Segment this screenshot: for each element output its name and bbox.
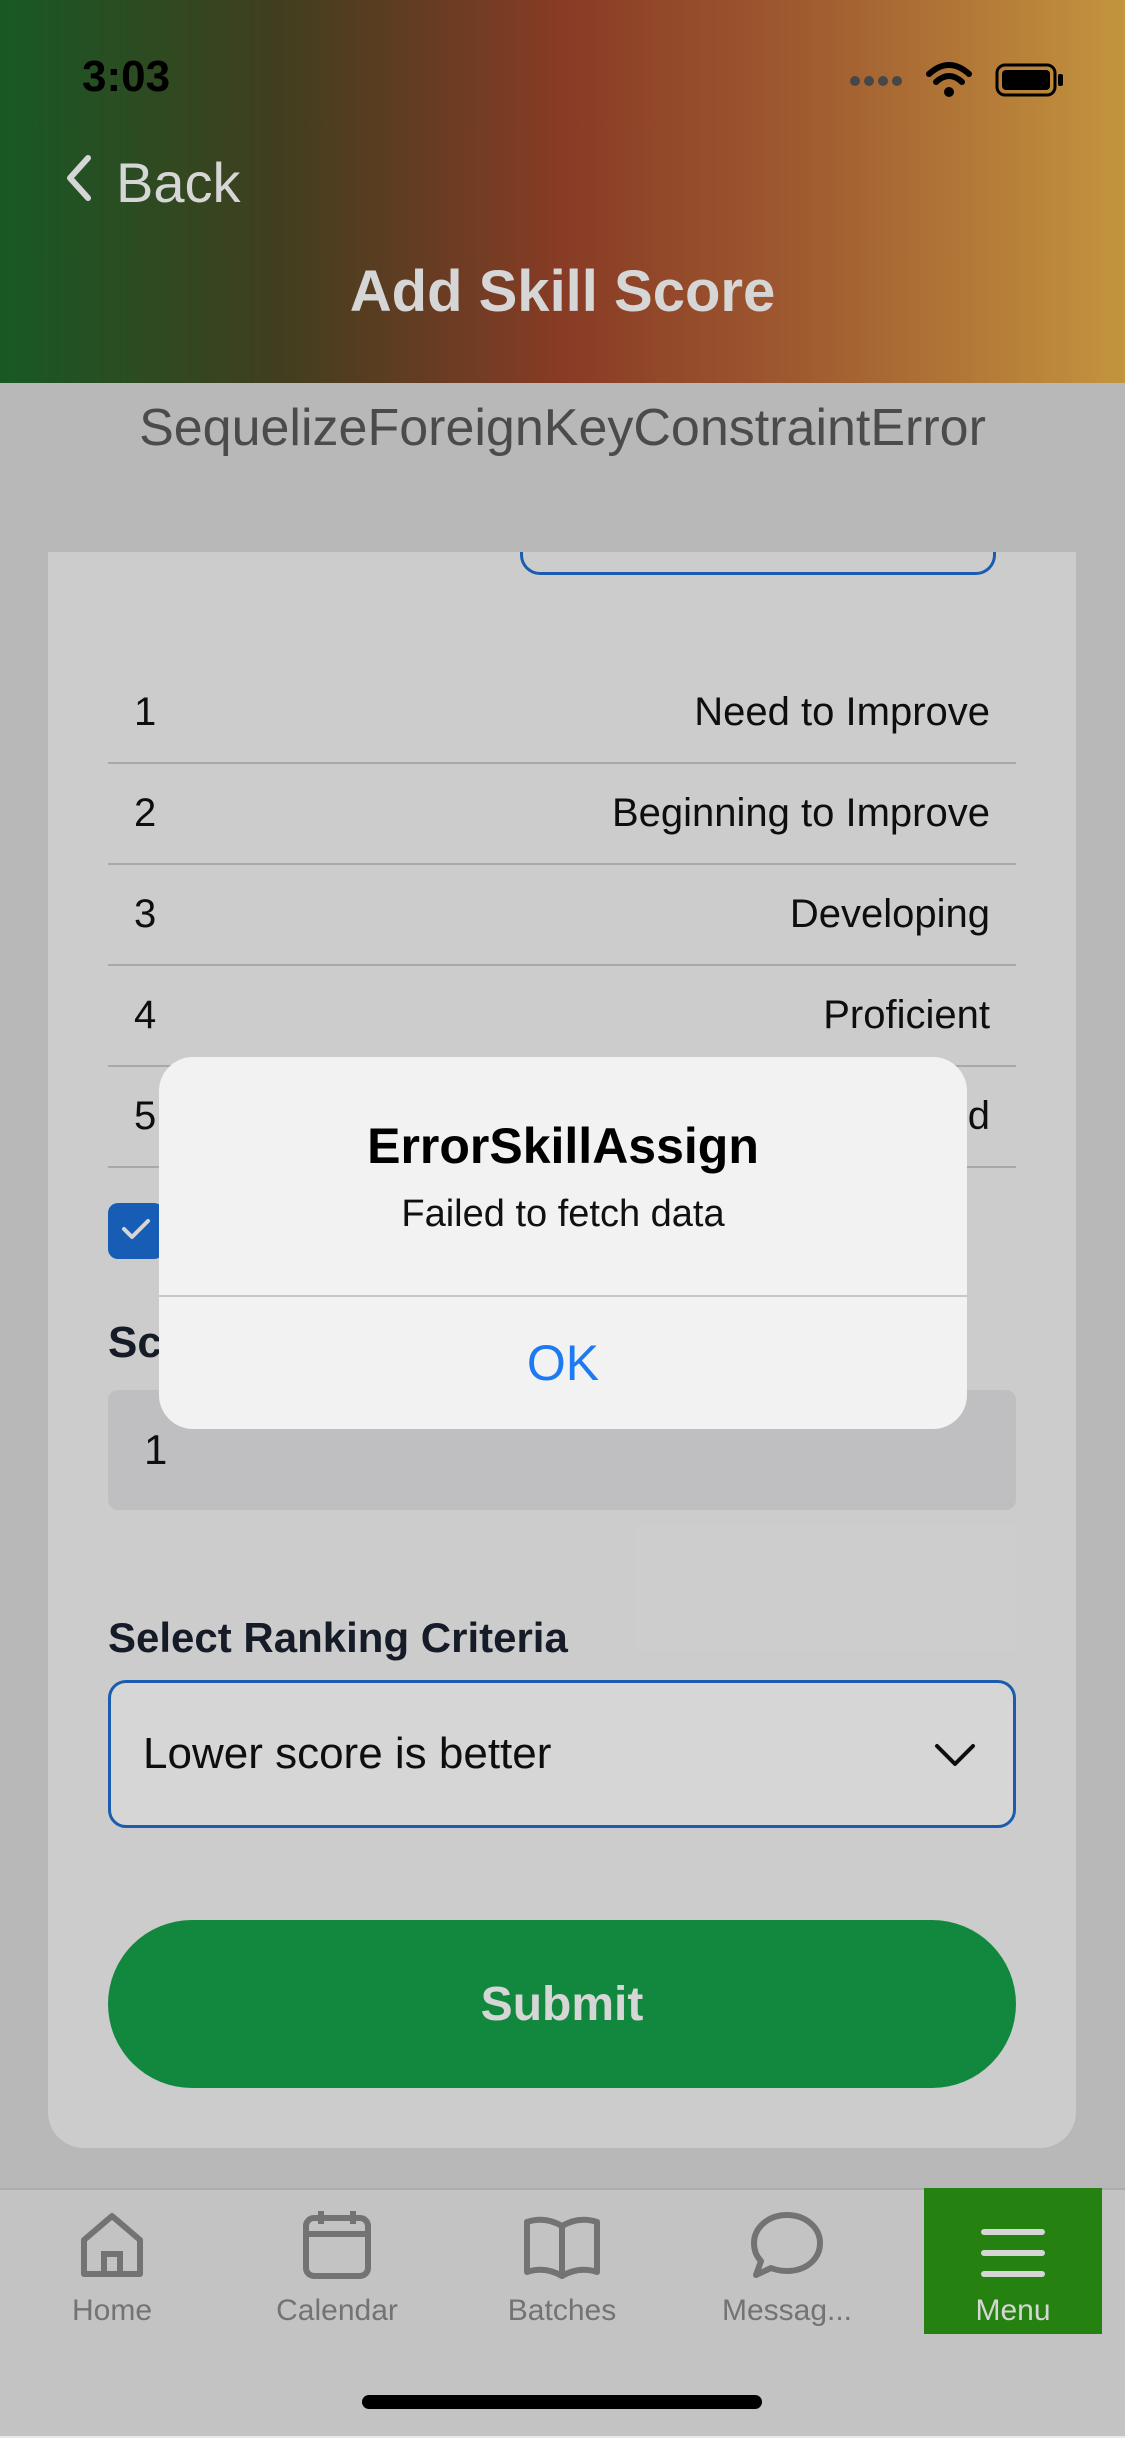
alert-title: ErrorSkillAssign [367,1118,759,1174]
alert-dialog: ErrorSkillAssign Failed to fetch data OK [159,1057,967,1429]
ok-button[interactable]: OK [159,1297,967,1429]
alert-message: Failed to fetch data [401,1193,725,1235]
